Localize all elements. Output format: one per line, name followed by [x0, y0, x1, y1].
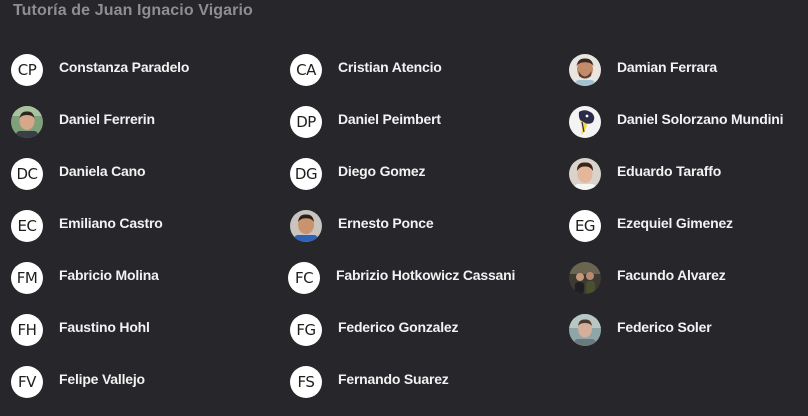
avatar-illustration [569, 106, 601, 138]
member-diego-gomez[interactable]: DG Diego Gomez [290, 158, 550, 192]
member-name: Fabrizio Hotkowicz Cassani [336, 267, 516, 283]
avatar: FH [11, 314, 43, 346]
member-name: Damian Ferrara [617, 59, 717, 75]
member-name: Fernando Suarez [338, 371, 449, 387]
member-name: Diego Gomez [338, 163, 426, 179]
member-name: Daniela Cano [59, 163, 146, 179]
group-title: Tutoría de Juan Ignacio Vigario [13, 2, 253, 19]
member-emiliano-castro[interactable]: EC Emiliano Castro [11, 210, 271, 244]
avatar-photo [569, 314, 601, 346]
member-name: Eduardo Taraffo [617, 163, 722, 179]
member-eduardo-taraffo[interactable]: Eduardo Taraffo [569, 158, 808, 192]
member-fernando-suarez[interactable]: FS Fernando Suarez [290, 366, 550, 400]
member-name: Federico Gonzalez [338, 319, 459, 335]
avatar: CA [290, 54, 322, 86]
avatar-photo [11, 106, 43, 138]
member-name: Fabricio Molina [59, 267, 159, 283]
member-name: Ernesto Ponce [338, 215, 434, 231]
member-name: Ezequiel Gimenez [617, 215, 733, 231]
avatar: FG [290, 314, 322, 346]
avatar-photo [569, 158, 601, 190]
member-federico-soler[interactable]: Federico Soler [569, 314, 808, 348]
member-ezequiel-gimenez[interactable]: EG Ezequiel Gimenez [569, 210, 808, 244]
avatar-photo [569, 54, 601, 86]
avatar: FC [288, 262, 320, 294]
avatar-photo [569, 262, 601, 294]
avatar: FM [11, 262, 43, 294]
avatar: FV [11, 366, 43, 398]
avatar: DP [290, 106, 322, 138]
member-ernesto-ponce[interactable]: Ernesto Ponce [290, 210, 550, 244]
avatar: DG [290, 158, 322, 190]
tutoring-group-page: Tutoría de Juan Ignacio Vigario CP Const… [0, 0, 808, 416]
member-name: Daniel Peimbert [338, 111, 441, 127]
avatar: CP [11, 54, 43, 86]
avatar: FS [290, 366, 322, 398]
member-fabrizio-hotkowicz-cassani[interactable]: FC Fabrizio Hotkowicz Cassani [288, 262, 548, 296]
member-damian-ferrara[interactable]: Damian Ferrara [569, 54, 808, 88]
member-name: Constanza Paradelo [59, 59, 190, 75]
member-constanza-paradelo[interactable]: CP Constanza Paradelo [11, 54, 271, 88]
member-name: Federico Soler [617, 319, 712, 335]
member-felipe-vallejo[interactable]: FV Felipe Vallejo [11, 366, 271, 400]
member-name: Felipe Vallejo [59, 371, 145, 387]
member-cristian-atencio[interactable]: CA Cristian Atencio [290, 54, 550, 88]
member-daniel-solorzano-mundini[interactable]: Daniel Solorzano Mundini [569, 106, 808, 140]
member-federico-gonzalez[interactable]: FG Federico Gonzalez [290, 314, 550, 348]
avatar: DC [11, 158, 43, 190]
member-facundo-alvarez[interactable]: Facundo Alvarez [569, 262, 808, 296]
member-name: Facundo Alvarez [617, 267, 726, 283]
avatar: EG [569, 210, 601, 242]
avatar-photo [290, 210, 322, 242]
member-daniela-cano[interactable]: DC Daniela Cano [11, 158, 271, 192]
avatar: EC [11, 210, 43, 242]
member-fabricio-molina[interactable]: FM Fabricio Molina [11, 262, 271, 296]
member-name: Daniel Ferrerin [59, 111, 155, 127]
member-name: Cristian Atencio [338, 59, 442, 75]
member-name: Daniel Solorzano Mundini [617, 111, 784, 127]
member-faustino-hohl[interactable]: FH Faustino Hohl [11, 314, 271, 348]
member-daniel-ferrerin[interactable]: Daniel Ferrerin [11, 106, 271, 140]
member-name: Faustino Hohl [59, 319, 150, 335]
member-daniel-peimbert[interactable]: DP Daniel Peimbert [290, 106, 550, 140]
member-name: Emiliano Castro [59, 215, 163, 231]
